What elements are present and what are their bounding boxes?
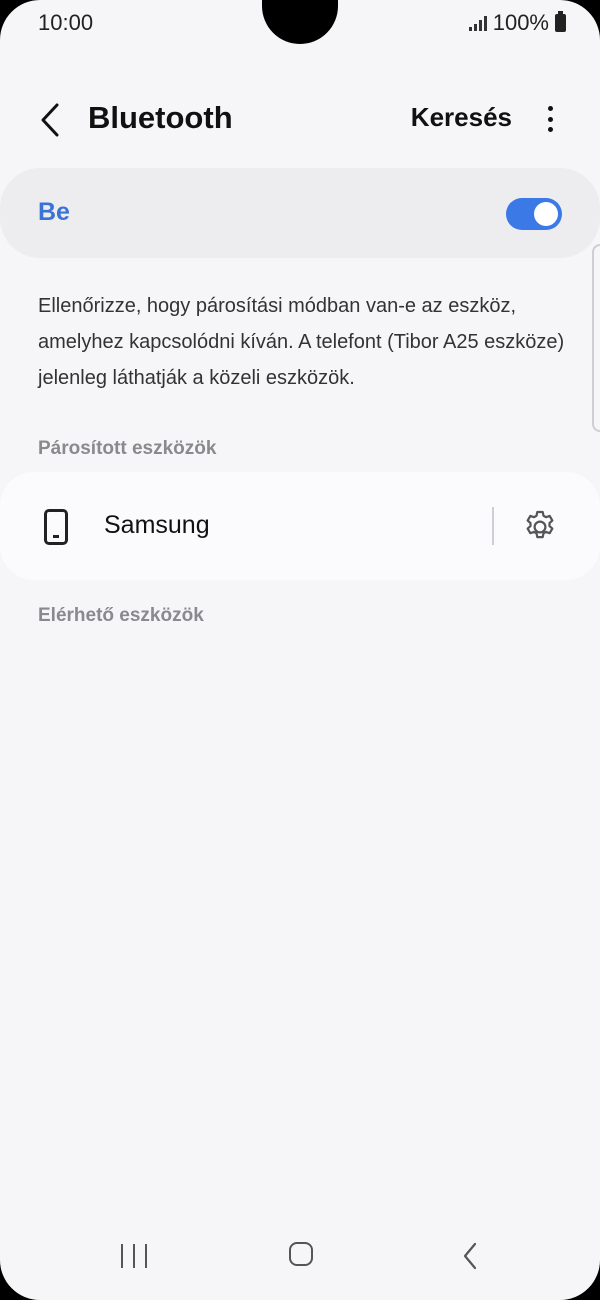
available-devices-header: Elérhető eszközök: [38, 605, 204, 626]
device-settings-button[interactable]: [521, 508, 559, 546]
divider: [492, 507, 494, 545]
device-name: Samsung: [104, 511, 210, 539]
edge-panel-handle[interactable]: [592, 244, 600, 432]
page-title: Bluetooth: [88, 100, 233, 135]
back-button[interactable]: [30, 100, 70, 140]
paired-devices-header: Párosított eszközök: [38, 438, 217, 459]
camera-notch: [262, 0, 338, 44]
search-button[interactable]: Keresés: [411, 102, 512, 133]
chevron-left-icon: [41, 103, 59, 137]
dot-icon: [547, 127, 553, 132]
bluetooth-switch[interactable]: [506, 198, 562, 230]
chevron-left-icon: [463, 1242, 477, 1270]
more-options-button[interactable]: [538, 102, 562, 136]
dot-icon: [547, 106, 553, 111]
signal-icon: [468, 15, 487, 31]
visibility-info-text: Ellenőrizze, hogy párosítási módban van-…: [38, 295, 565, 389]
bar-icon: [133, 1244, 135, 1268]
status-indicators: 100%: [468, 10, 566, 36]
bluetooth-settings-screen: 10:00 100% Bluetooth Keresés Be Ellenőri…: [0, 0, 600, 1300]
gear-icon: [526, 510, 554, 539]
bluetooth-toggle-row[interactable]: Be: [0, 168, 600, 258]
app-header: Bluetooth Keresés: [0, 88, 600, 150]
phone-icon: [44, 509, 68, 545]
dot-icon: [547, 116, 553, 122]
paired-device-row[interactable]: Samsung: [0, 472, 600, 580]
battery-percent: 100%: [492, 10, 549, 35]
recent-apps-button[interactable]: [121, 1244, 147, 1270]
bar-icon: [145, 1244, 147, 1268]
nav-back-button[interactable]: [458, 1240, 482, 1272]
home-button[interactable]: [289, 1242, 313, 1266]
switch-knob: [534, 202, 558, 226]
status-time: 10:00: [38, 10, 94, 35]
navigation-bar: [0, 1230, 600, 1300]
bar-icon: [121, 1244, 123, 1268]
battery-icon: [555, 11, 566, 32]
toggle-label: Be: [38, 198, 70, 226]
